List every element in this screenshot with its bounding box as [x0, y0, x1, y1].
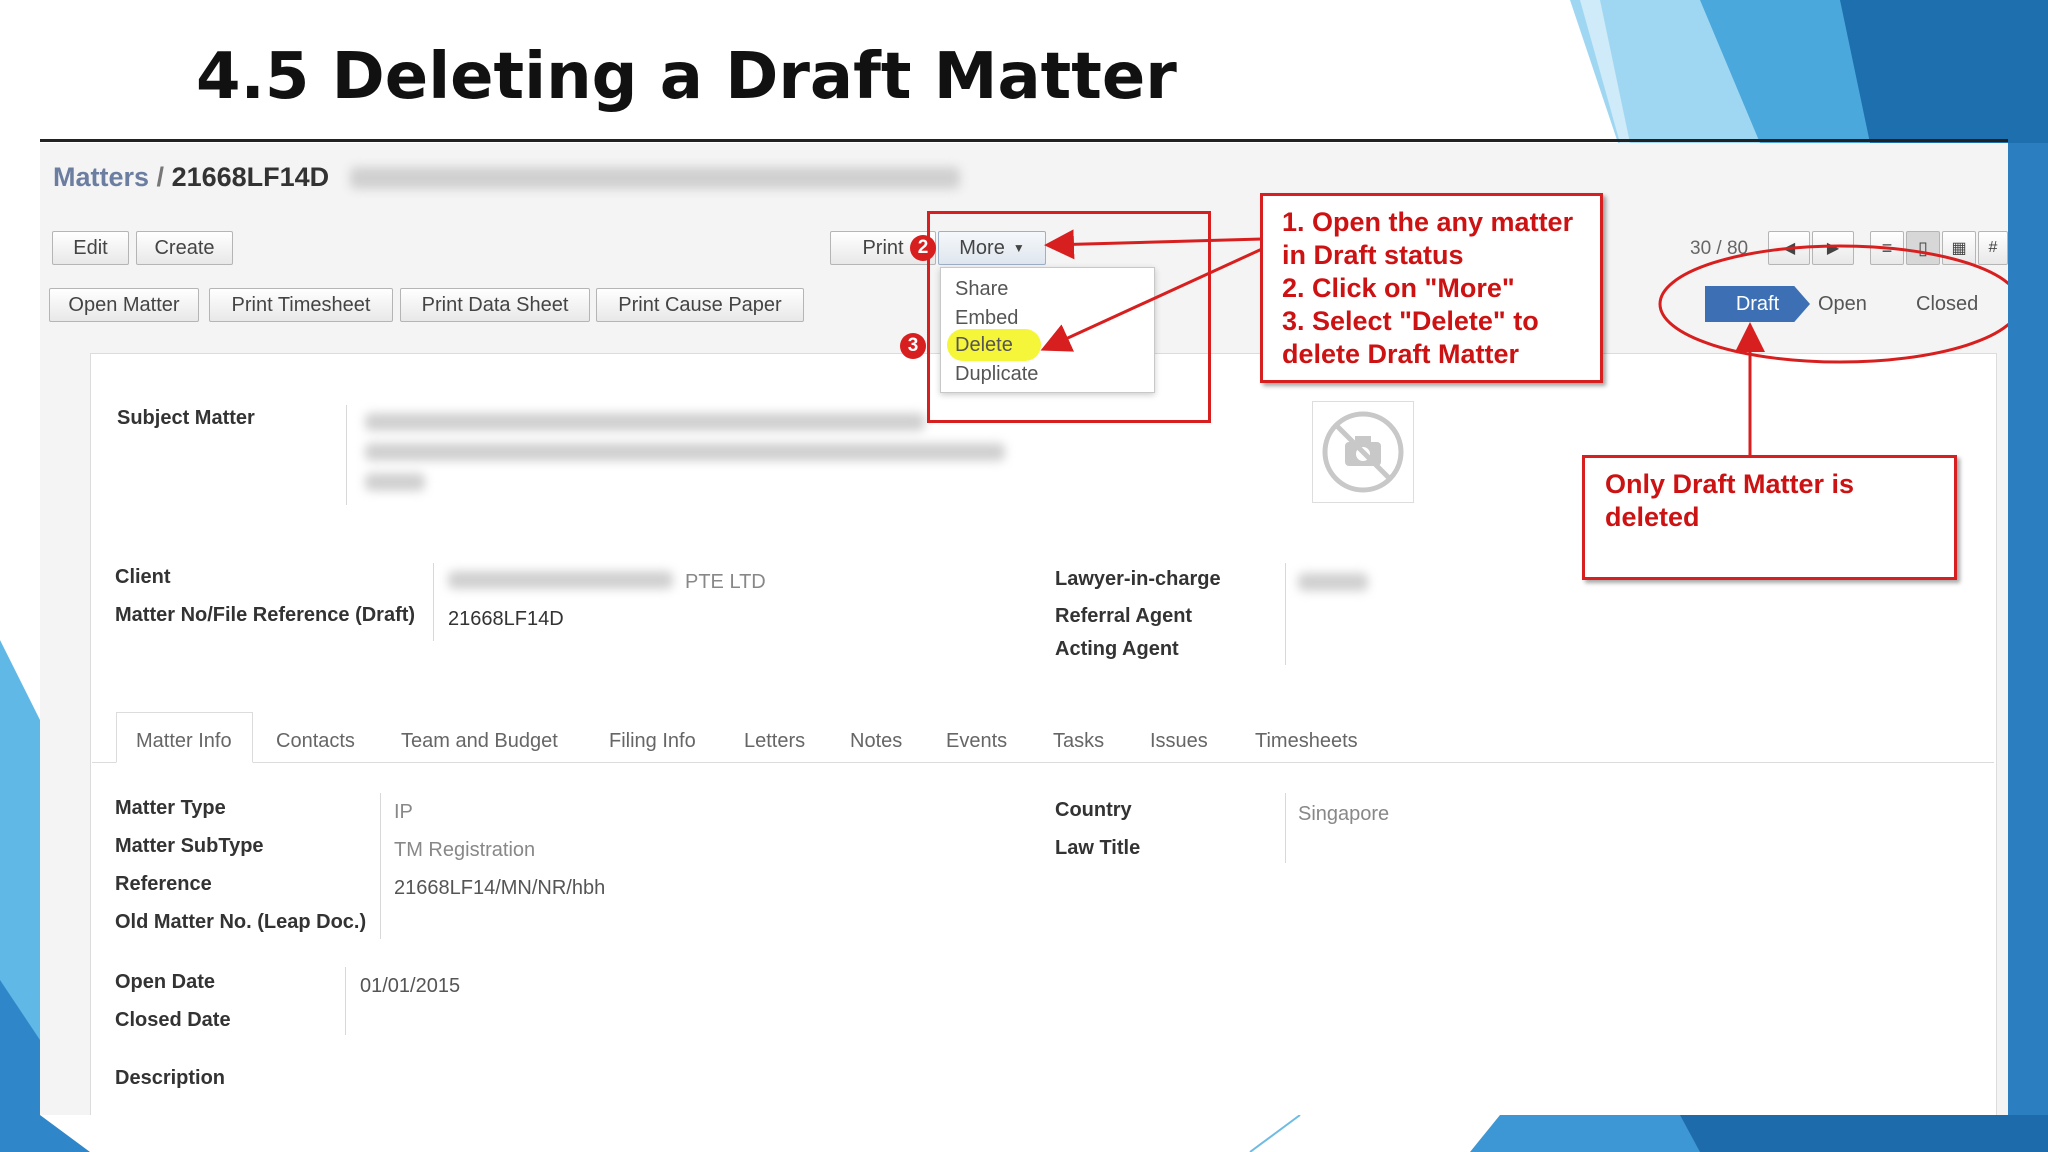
arrow-to-more — [1044, 229, 1263, 260]
slide-title: 4.5 Deleting a Draft Matter — [196, 40, 1177, 114]
app-screenshot: Matters / 21668LF14D Edit Create Print M… — [40, 143, 2008, 1115]
arrow-to-delete — [1040, 247, 1263, 352]
status-highlight-ellipse — [1658, 244, 2008, 364]
title-divider — [40, 139, 2008, 142]
annotation-arrows — [1040, 229, 2008, 455]
